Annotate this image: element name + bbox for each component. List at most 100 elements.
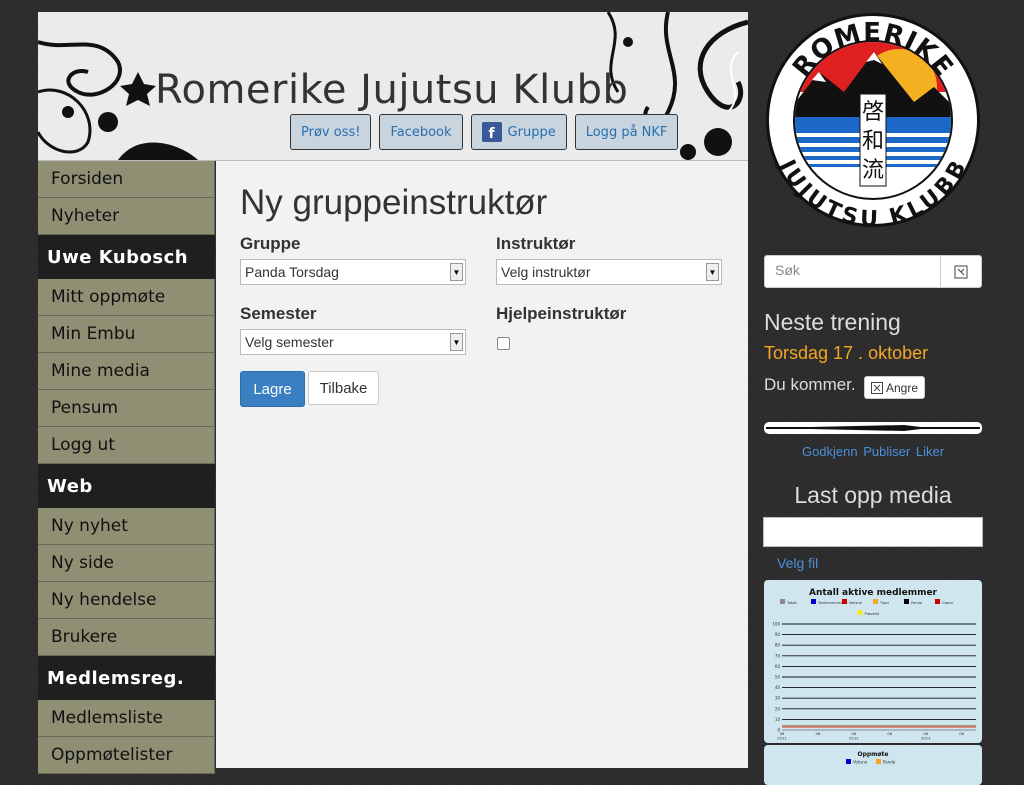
next-training-title: Neste trening	[764, 309, 901, 335]
search-box: Søk	[764, 255, 982, 288]
search-icon	[954, 265, 968, 278]
search-input[interactable]: Søk	[775, 262, 800, 278]
nkf-login-button[interactable]: Logg på NKF	[574, 114, 679, 150]
attendance-chart-legend: Voksne Panda	[846, 759, 896, 765]
chevron-down-icon: ▼	[706, 263, 719, 281]
search-button[interactable]	[940, 256, 981, 287]
nav-news[interactable]: Nyheter	[38, 198, 215, 235]
legend-swatch	[873, 599, 878, 604]
facebook-label: Facebook	[390, 124, 452, 140]
attendance-chart-card: Oppmøte Voksne Panda	[764, 745, 982, 785]
members-chart-card: Antall aktive medlemmer Totalt Tordenskri…	[764, 580, 982, 743]
nav-section-web: Web	[38, 464, 215, 508]
legend-label: Voksne	[853, 760, 868, 765]
facebook-button[interactable]: Facebook	[379, 114, 463, 150]
main-content: Ny gruppeinstruktør Gruppe Panda Torsdag…	[216, 161, 748, 768]
y-tick-label: 20	[775, 706, 781, 711]
legend-item[interactable]: Panda	[904, 599, 922, 605]
header-buttons: Prøv oss! Facebook f Gruppe Logg på NKF	[290, 114, 679, 150]
facebook-icon: f	[481, 122, 502, 142]
legend-swatch	[780, 599, 785, 604]
nkf-login-label: Logg på NKF	[585, 124, 668, 140]
upload-media-title: Last opp media	[794, 482, 952, 508]
y-tick-label: 70	[775, 653, 781, 658]
legend-item[interactable]: Grønn	[935, 599, 953, 605]
y-tick-label: 50	[775, 675, 781, 680]
legend-swatch	[876, 759, 881, 764]
chart-legend: Totalt Tordenskrivende Voksne Tiger Panda Grø…	[780, 599, 953, 616]
legend-swatch	[811, 599, 816, 604]
page-title: Ny gruppeinstruktør	[240, 183, 548, 222]
like-link[interactable]: Liker	[916, 444, 944, 459]
cancel-attendance-button[interactable]: Angre	[864, 376, 926, 399]
club-logo[interactable]: 啓 和 流 ROMERIKE JUJUTSU KLUBB	[764, 12, 982, 232]
chevron-down-icon: ▼	[450, 263, 463, 281]
back-button[interactable]: Tilbake	[308, 371, 379, 405]
nav-curriculum[interactable]: Pensum	[38, 390, 215, 427]
page: Romerike Jujutsu Klubb Prøv oss! Faceboo…	[38, 12, 748, 774]
media-progress-bar[interactable]	[764, 421, 982, 435]
attendance-chart-title: Oppmøte	[857, 751, 888, 758]
semester-select-value: Velg semester	[245, 334, 334, 350]
x-tick-label: 06	[959, 731, 964, 736]
assistant-instructor-checkbox[interactable]	[497, 337, 510, 350]
y-tick-label: 100	[772, 622, 780, 627]
logo-kanji-3: 流	[862, 158, 884, 183]
y-tick-label: 90	[775, 632, 781, 637]
y-tick-label: 30	[775, 696, 781, 701]
publish-link[interactable]: Publiser	[863, 444, 910, 459]
instructor-select[interactable]: Velg instruktør ▼	[496, 259, 722, 285]
nav-new-news[interactable]: Ny nyhet	[38, 508, 215, 545]
nav-section-user: Uwe Kubosch	[38, 235, 215, 279]
group-label: Gruppe	[240, 234, 301, 253]
legend-label: Prøvetid	[865, 612, 880, 616]
legend-item[interactable]: Tiger	[873, 599, 890, 605]
assistant-instructor-label: Hjelpeinstruktør	[496, 304, 627, 323]
legend-item[interactable]: Panda	[876, 759, 896, 765]
semester-select[interactable]: Velg semester ▼	[240, 329, 466, 355]
legend-label: Voksne	[849, 601, 863, 605]
legend-item[interactable]: Voksne	[846, 759, 868, 765]
nav-my-embu[interactable]: Min Embu	[38, 316, 215, 353]
legend-item[interactable]: Prøvetid	[857, 610, 880, 616]
x-tick-label: 06	[816, 731, 821, 736]
approve-link[interactable]: Godkjenn	[802, 444, 858, 459]
nav-new-event[interactable]: Ny hendelse	[38, 582, 215, 619]
chevron-down-icon: ▼	[450, 333, 463, 351]
site-header: Romerike Jujutsu Klubb Prøv oss! Faceboo…	[38, 12, 748, 161]
legend-swatch	[842, 599, 847, 604]
y-tick-label: 40	[775, 685, 781, 690]
legend-label: Panda	[911, 601, 922, 605]
x-tick-label: 06	[887, 731, 892, 736]
nav-users[interactable]: Brukere	[38, 619, 215, 656]
logo-kanji-1: 啓	[862, 100, 884, 125]
save-button[interactable]: Lagre	[240, 371, 305, 407]
media-links: Godkjenn Publiser Liker	[764, 444, 982, 459]
attendance-chart: Oppmøte Voksne Panda	[846, 751, 896, 765]
nav-attendance-lists[interactable]: Oppmøtelister	[38, 737, 215, 774]
instructor-select-value: Velg instruktør	[501, 264, 591, 280]
x-tick-label: 2011	[777, 736, 787, 741]
group-label: Gruppe	[507, 124, 556, 140]
attending-status: Du kommer.	[764, 375, 856, 394]
nav-my-attendance[interactable]: Mitt oppmøte	[38, 279, 215, 316]
nav-frontpage[interactable]: Forsiden	[38, 161, 215, 198]
choose-file-link[interactable]: Velg fil	[777, 555, 818, 571]
nav-my-media[interactable]: Mine media	[38, 353, 215, 390]
nav-new-page[interactable]: Ny side	[38, 545, 215, 582]
try-us-button[interactable]: Prøv oss!	[290, 114, 372, 150]
legend-label: Panda	[883, 760, 896, 765]
try-us-label: Prøv oss!	[301, 124, 361, 140]
nav-section-members: Medlemsreg.	[38, 656, 215, 700]
sidebar: Forsiden Nyheter Uwe Kubosch Mitt oppmøt…	[38, 161, 215, 774]
group-button[interactable]: f Gruppe	[470, 114, 567, 150]
nav-logout[interactable]: Logg ut	[38, 427, 215, 464]
legend-item[interactable]: Totalt	[780, 599, 797, 605]
upload-input[interactable]	[763, 517, 983, 547]
x-tick-label: 2012	[849, 736, 859, 741]
members-chart: Antall aktive medlemmer Totalt Tordenskri…	[772, 588, 976, 741]
nav-member-list[interactable]: Medlemsliste	[38, 700, 215, 737]
y-tick-label: 80	[775, 643, 781, 648]
group-select[interactable]: Panda Torsdag ▼	[240, 259, 466, 285]
next-training-date: Torsdag 17 . oktober	[764, 343, 929, 363]
